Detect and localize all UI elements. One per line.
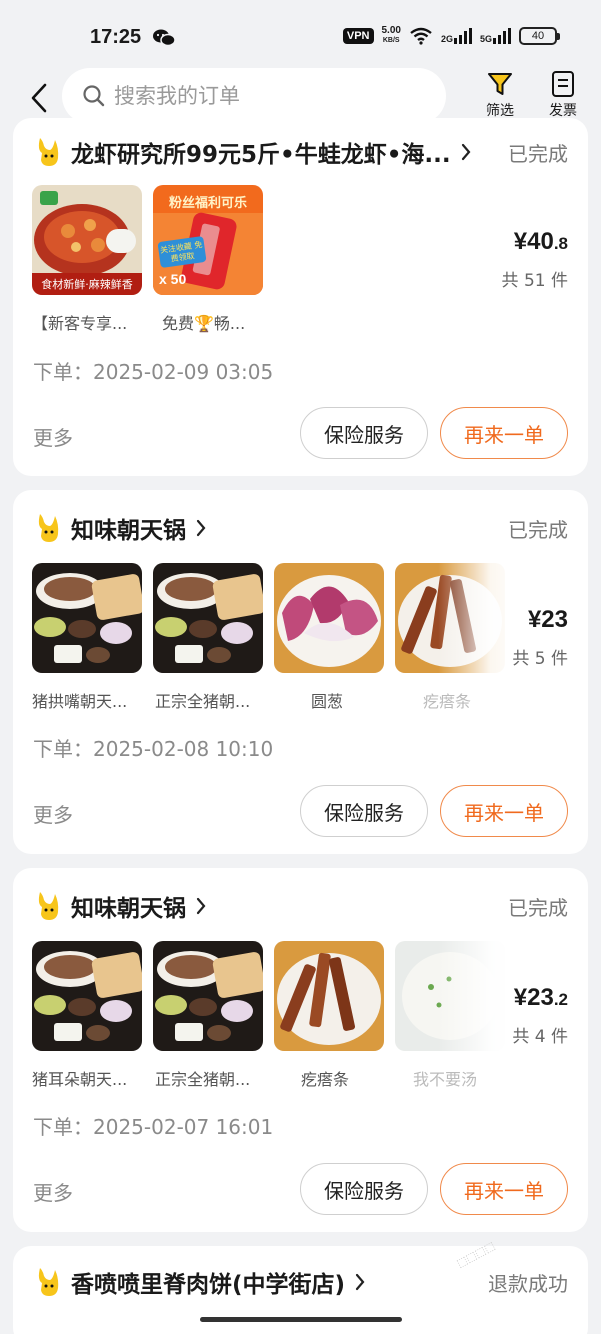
item-count: 共 51 件 bbox=[501, 271, 568, 291]
order-card[interactable]: 龙虾研究所99元5斤•牛蛙龙虾•海... 已完成 食材新鲜·麻辣鲜香 粉丝福利可… bbox=[13, 118, 588, 476]
shop-logo-icon bbox=[38, 892, 59, 920]
order-card[interactable]: 知味朝天锅 已完成 bbox=[13, 868, 588, 1232]
order-time: 下单：2025-02-08 10:10 bbox=[33, 737, 274, 761]
item-strip[interactable]: 猪耳朵朝天... 正宗全猪朝... 疙瘩条 我不要汤 bbox=[13, 933, 588, 1091]
funnel-icon bbox=[488, 73, 512, 95]
item-caption: 我不要汤 bbox=[413, 1070, 478, 1089]
more-link[interactable]: 更多 bbox=[33, 799, 73, 828]
reorder-button[interactable]: 再来一单 bbox=[440, 1163, 568, 1215]
promo-title: 粉丝福利可乐 bbox=[168, 196, 247, 211]
item-caption: 正宗全猪朝... bbox=[155, 1070, 251, 1089]
order-price: ¥23.2 bbox=[513, 984, 568, 1011]
item-caption: 猪耳朵朝天... bbox=[32, 1070, 128, 1089]
chevron-left-icon bbox=[31, 83, 47, 113]
more-link[interactable]: 更多 bbox=[33, 1177, 73, 1206]
more-link[interactable]: 更多 bbox=[33, 422, 73, 451]
item-caption: 圆葱 bbox=[311, 692, 344, 711]
chevron-right-icon bbox=[196, 897, 206, 915]
item-qty: x 50 bbox=[159, 271, 187, 287]
item-caption: 正宗全猪朝... bbox=[155, 692, 251, 711]
item-caption: 疙瘩条 bbox=[423, 692, 472, 711]
invoice-label: 发票 bbox=[549, 103, 577, 119]
insurance-button[interactable]: 保险服务 bbox=[300, 785, 428, 837]
battery-icon: 40 bbox=[519, 27, 560, 45]
chevron-right-icon bbox=[355, 1273, 365, 1291]
item-caption: 猪拱嘴朝天... bbox=[32, 692, 128, 711]
status-icons: VPN 5.00 KB/S 2G 5G 40 bbox=[342, 25, 560, 46]
item-thumbnail[interactable] bbox=[274, 941, 384, 1051]
item-thumbnail[interactable] bbox=[274, 563, 384, 673]
shop-link[interactable]: 龙虾研究所99元5斤•牛蛙龙虾•海... bbox=[33, 132, 471, 172]
pork-meal-image bbox=[153, 563, 263, 673]
item-caption: 疙瘩条 bbox=[301, 1070, 350, 1089]
shop-link[interactable]: 知味朝天锅 bbox=[33, 508, 206, 548]
search-icon bbox=[83, 85, 105, 107]
filter-label: 筛选 bbox=[486, 103, 514, 119]
item-thumbnail[interactable]: 食材新鲜·麻辣鲜香 bbox=[32, 185, 142, 295]
order-status: 已完成 bbox=[508, 896, 568, 920]
home-indicator[interactable] bbox=[200, 1317, 402, 1322]
item-thumbnail[interactable] bbox=[153, 563, 263, 673]
signal-2g: 2G bbox=[441, 28, 472, 44]
status-time: 17:25 bbox=[90, 26, 142, 48]
shop-name: 龙虾研究所99元5斤•牛蛙龙虾•海... bbox=[71, 142, 451, 168]
item-count: 共 5 件 bbox=[512, 649, 568, 669]
order-status: 已完成 bbox=[508, 142, 568, 166]
order-price: ¥40.8 bbox=[513, 228, 568, 255]
order-price: ¥23 bbox=[527, 606, 568, 633]
reorder-button[interactable]: 再来一单 bbox=[440, 785, 568, 837]
shop-name: 知味朝天锅 bbox=[71, 896, 186, 922]
shop-name: 香喷喷里脊肉饼(中学街店) bbox=[71, 1272, 346, 1298]
pork-meal-image bbox=[32, 563, 142, 673]
net-speed: 5.00 KB/S bbox=[381, 25, 401, 45]
item-thumbnail[interactable] bbox=[32, 941, 142, 1051]
order-time: 下单：2025-02-09 03:05 bbox=[33, 360, 274, 384]
order-status: 退款成功 bbox=[488, 1272, 568, 1296]
shop-link[interactable]: 香喷喷里脊肉饼(中学街店) bbox=[33, 1262, 365, 1302]
status-bar: 17:25 VPN 5.00 KB/S 2G 5G 40 bbox=[0, 0, 601, 68]
insurance-button[interactable]: 保险服务 bbox=[300, 407, 428, 459]
invoice-icon bbox=[552, 71, 574, 97]
pork-meal-image bbox=[153, 941, 263, 1051]
item-thumbnail[interactable] bbox=[153, 941, 263, 1051]
shop-name: 知味朝天锅 bbox=[71, 518, 186, 544]
shop-logo-icon bbox=[38, 514, 59, 542]
pork-meal-image bbox=[32, 941, 142, 1051]
vpn-badge: VPN bbox=[342, 28, 374, 44]
item-thumbnail[interactable]: 粉丝福利可乐 关注收藏 免费领取 x 50 bbox=[153, 185, 263, 295]
wechat-icon bbox=[153, 29, 176, 47]
item-strip[interactable]: 食材新鲜·麻辣鲜香 粉丝福利可乐 关注收藏 免费领取 x 50 【新客专享...… bbox=[13, 185, 588, 333]
shop-logo-icon bbox=[38, 138, 59, 166]
reorder-button[interactable]: 再来一单 bbox=[440, 407, 568, 459]
item-thumbnail[interactable] bbox=[32, 563, 142, 673]
item-caption: 【新客专享... bbox=[32, 314, 128, 333]
item-strip[interactable]: 猪拱嘴朝天... 正宗全猪朝... 圆葱 疙瘩条 bbox=[13, 555, 588, 713]
item-caption: 免费🏆畅... bbox=[162, 314, 246, 333]
shop-logo-icon bbox=[38, 1268, 59, 1296]
chevron-right-icon bbox=[461, 143, 471, 161]
wifi-icon bbox=[410, 27, 432, 45]
order-status: 已完成 bbox=[508, 518, 568, 542]
insurance-button[interactable]: 保险服务 bbox=[300, 1163, 428, 1215]
shop-link[interactable]: 知味朝天锅 bbox=[33, 886, 206, 926]
search-bar[interactable] bbox=[62, 68, 446, 124]
order-card[interactable]: 知味朝天锅 已完成 bbox=[13, 490, 588, 854]
signal-bars-icon bbox=[493, 28, 511, 44]
search-input[interactable] bbox=[114, 84, 414, 108]
signal-bars-icon bbox=[453, 28, 472, 44]
noodle-strips-image bbox=[274, 941, 384, 1051]
signal-5g: 5G bbox=[480, 28, 511, 44]
back-button[interactable] bbox=[22, 78, 56, 118]
order-time: 下单：2025-02-07 16:01 bbox=[33, 1115, 274, 1139]
item-count: 共 4 件 bbox=[512, 1027, 568, 1047]
chevron-right-icon bbox=[196, 519, 206, 537]
onion-image bbox=[274, 563, 384, 673]
item-tag: 食材新鲜·麻辣鲜香 bbox=[41, 278, 133, 291]
